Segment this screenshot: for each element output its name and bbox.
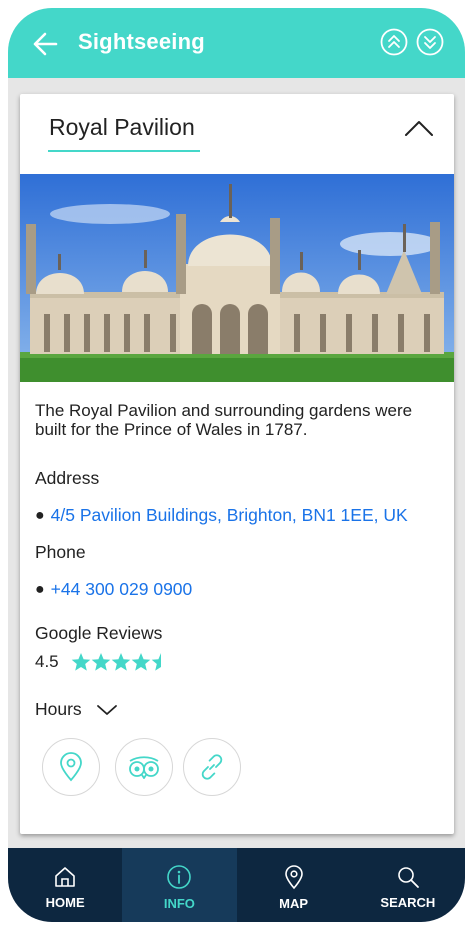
star-icon	[91, 653, 110, 671]
nav-search[interactable]: SEARCH	[351, 848, 465, 922]
nav-map[interactable]: MAP	[237, 848, 351, 922]
chevron-up-icon[interactable]	[404, 118, 434, 138]
nav-search-label: SEARCH	[380, 894, 436, 910]
map-pin-icon	[60, 752, 82, 782]
address-link[interactable]: 4/5 Pavilion Buildings, Brighton, BN1 1E…	[51, 505, 408, 526]
nav-home[interactable]: HOME	[8, 848, 122, 922]
phone-row: ● +44 300 029 0900	[35, 579, 192, 600]
star-icon	[111, 653, 130, 671]
nav-info-label: INFO	[163, 895, 195, 911]
star-icon	[71, 653, 90, 671]
title-underline	[48, 150, 200, 152]
star-icon	[131, 653, 150, 671]
reviews-label: Google Reviews	[35, 623, 163, 643]
hours-label: Hours	[35, 699, 82, 719]
content-area[interactable]: Royal Pavilion The Royal Pavilion and su…	[8, 78, 465, 848]
phone-label: Phone	[35, 542, 86, 562]
bullet: ●	[35, 506, 45, 524]
arrow-left-icon[interactable]	[30, 29, 60, 59]
search-icon	[398, 866, 419, 888]
card-title: Royal Pavilion	[49, 114, 195, 140]
map-pin-button[interactable]	[42, 738, 100, 796]
phone-frame: Sightseeing Royal Pavilion The Royal Pav…	[8, 8, 465, 922]
info-icon	[167, 864, 192, 889]
map-pin-icon	[284, 864, 303, 889]
nav-home-label: HOME	[45, 894, 85, 910]
description: The Royal Pavilion and surrounding garde…	[35, 401, 413, 439]
link-button[interactable]	[183, 738, 241, 796]
bullet: ●	[35, 580, 45, 598]
double-chevron-up-icon[interactable]	[380, 28, 408, 56]
address-row: ● 4/5 Pavilion Buildings, Brighton, BN1 …	[35, 505, 408, 526]
double-chevron-down-icon[interactable]	[416, 28, 444, 56]
rating-value: 4.5	[35, 652, 59, 671]
hours-toggle[interactable]: Hours	[35, 699, 118, 720]
rating-row: 4.5	[35, 652, 171, 672]
address-label: Address	[35, 468, 100, 488]
tripadvisor-icon	[129, 756, 159, 779]
star-rating	[71, 652, 171, 672]
link-icon	[201, 754, 223, 780]
nav-info[interactable]: INFO	[122, 848, 237, 922]
royal-pavilion-photo	[20, 174, 454, 382]
top-bar: Sightseeing	[8, 8, 465, 78]
half-star-icon	[151, 653, 161, 671]
place-card: Royal Pavilion The Royal Pavilion and su…	[20, 94, 454, 834]
bottom-nav: HOME INFO MAP SEARCH	[8, 848, 465, 922]
nav-map-label: MAP	[279, 895, 309, 911]
phone-link[interactable]: +44 300 029 0900	[51, 579, 193, 600]
home-icon	[55, 866, 75, 887]
tripadvisor-button[interactable]	[115, 738, 173, 796]
chevron-down-icon	[96, 704, 117, 715]
page-title: Sightseeing	[78, 29, 205, 54]
